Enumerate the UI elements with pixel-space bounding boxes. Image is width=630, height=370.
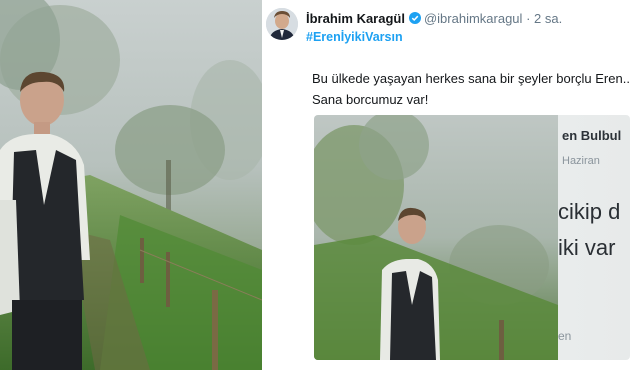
embedded-author-name: en Bulbul: [562, 128, 622, 143]
verified-badge-icon: [408, 12, 421, 24]
embedded-footer-text: en: [558, 329, 572, 343]
handle[interactable]: @ibrahimkaragul: [424, 11, 522, 26]
embedded-image[interactable]: en Bulbul Haziran cikip d iki var en: [314, 115, 630, 360]
avatar[interactable]: [266, 8, 298, 40]
tweet-text: Bu ülkede yaşayan herkes sana bir şeyler…: [312, 68, 630, 110]
tweet-text-line: Bu ülkede yaşayan herkes sana bir şeyler…: [312, 71, 630, 86]
display-name[interactable]: İbrahim Karagül: [306, 11, 405, 26]
embedded-text-line: iki var: [558, 235, 616, 260]
embedded-photo: [314, 115, 558, 360]
boy-on-hillside-image: [0, 0, 262, 370]
left-photo: [0, 0, 262, 370]
tweet-header: İbrahim Karagül @ibrahimkaragul · 2 sa.: [306, 11, 562, 26]
tweet-text-line: Sana borcumuz var!: [312, 92, 429, 107]
embedded-date: Haziran: [562, 155, 600, 167]
timestamp[interactable]: 2 sa.: [534, 11, 562, 26]
separator: ·: [526, 11, 531, 26]
embedded-text-line: cikip d: [558, 199, 621, 224]
tweet: İbrahim Karagül @ibrahimkaragul · 2 sa. #…: [262, 0, 630, 370]
hashtag-link[interactable]: #ErenİyikiVarsın: [306, 30, 403, 44]
